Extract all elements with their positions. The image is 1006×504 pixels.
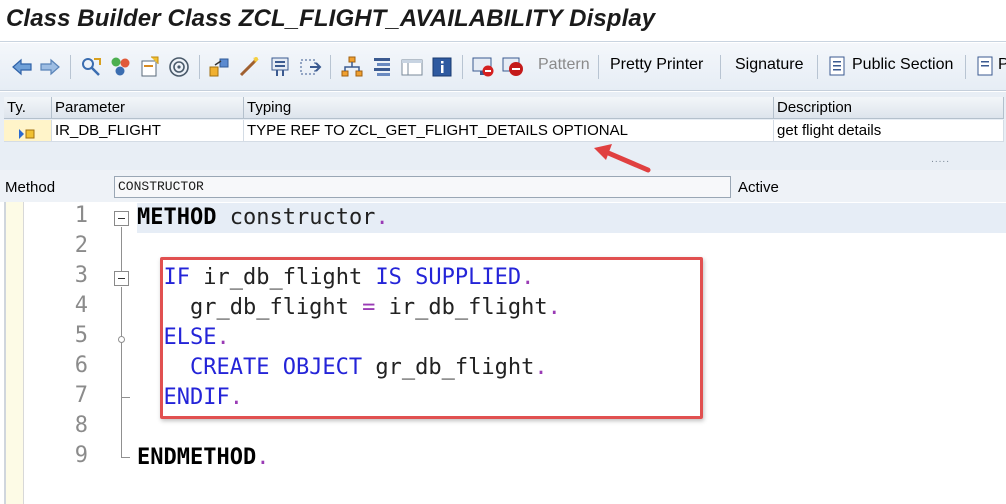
red-arrow-annotation bbox=[594, 144, 651, 173]
where-used-icon[interactable] bbox=[167, 55, 191, 79]
fold-branch-icon bbox=[118, 336, 125, 343]
parameter-description-cell[interactable]: get flight details bbox=[774, 120, 1004, 142]
code-token: constructor bbox=[229, 205, 376, 230]
public-section-icon bbox=[826, 55, 850, 79]
line-number: 8 bbox=[74, 413, 88, 438]
parameter-name-cell[interactable]: IR_DB_FLIGHT bbox=[52, 120, 244, 142]
collapse-icon[interactable] bbox=[114, 271, 129, 286]
line-number: 9 bbox=[74, 443, 88, 468]
help-icon[interactable] bbox=[430, 55, 454, 79]
line-number: 6 bbox=[74, 353, 88, 378]
code-token: . bbox=[375, 205, 389, 230]
highlight-box-annotation bbox=[160, 257, 703, 419]
signature-button[interactable]: Signature bbox=[735, 56, 804, 74]
line-number: 2 bbox=[74, 233, 88, 258]
editor-margin bbox=[4, 202, 24, 504]
code-token: . bbox=[256, 445, 270, 470]
activate-icon[interactable] bbox=[138, 55, 162, 79]
enhancement-icon[interactable] bbox=[268, 55, 292, 79]
importing-param-icon bbox=[18, 125, 36, 139]
line-number: 5 bbox=[74, 323, 88, 348]
window-title: Class Builder Class ZCL_FLIGHT_AVAILABIL… bbox=[6, 5, 656, 32]
line-number: 7 bbox=[74, 383, 88, 408]
parameter-typing-cell[interactable]: TYPE REF TO ZCL_GET_FLIGHT_DETAILS OPTIO… bbox=[244, 120, 774, 142]
display-object-list-icon[interactable] bbox=[370, 55, 394, 79]
code-line[interactable]: METHOD constructor. bbox=[137, 203, 1006, 233]
public-section-button[interactable]: Public Section bbox=[852, 56, 953, 74]
session-breakpoint-icon[interactable] bbox=[501, 55, 525, 79]
overflow-section-icon bbox=[974, 55, 998, 79]
code-token: METHOD bbox=[137, 205, 217, 230]
column-header-description[interactable]: Description bbox=[774, 97, 1004, 119]
object-list-icon[interactable] bbox=[237, 55, 261, 79]
parameter-type-cell[interactable] bbox=[4, 120, 52, 142]
display-change-icon[interactable] bbox=[109, 55, 133, 79]
create-button-icon[interactable] bbox=[298, 55, 322, 79]
back-arrow-icon[interactable] bbox=[10, 55, 34, 79]
breakpoint-icon[interactable] bbox=[471, 55, 495, 79]
pattern-button[interactable]: Pattern bbox=[538, 56, 590, 74]
column-header-parameter[interactable]: Parameter bbox=[52, 97, 244, 119]
forward-arrow-icon[interactable] bbox=[38, 55, 62, 79]
code-token: ENDMETHOD bbox=[137, 445, 257, 470]
parameter-table-area: Ty. Parameter Typing Description IR_DB_F… bbox=[0, 92, 1006, 170]
other-object-icon[interactable] bbox=[80, 55, 104, 79]
method-status: Active bbox=[738, 179, 779, 196]
application-toolbar: Pattern Pretty Printer Signature Public … bbox=[0, 43, 1006, 91]
line-number-gutter: 1 2 3 4 5 6 7 8 9 bbox=[24, 202, 106, 504]
line-number: 4 bbox=[74, 293, 88, 318]
column-header-ty[interactable]: Ty. bbox=[4, 97, 52, 119]
navigate-icon[interactable] bbox=[207, 55, 231, 79]
method-label: Method bbox=[5, 179, 56, 196]
layout-icon[interactable] bbox=[400, 55, 424, 79]
column-header-typing[interactable]: Typing bbox=[244, 97, 774, 119]
line-number: 1 bbox=[74, 203, 88, 228]
code-line[interactable]: ENDMETHOD. bbox=[137, 443, 1006, 473]
pretty-printer-button[interactable]: Pretty Printer bbox=[610, 56, 703, 74]
hierarchy-icon[interactable] bbox=[340, 55, 364, 79]
method-header: Method CONSTRUCTOR Active bbox=[0, 170, 1006, 202]
line-number: 3 bbox=[74, 263, 88, 288]
collapse-icon[interactable] bbox=[114, 211, 129, 226]
more-rows-indicator[interactable]: ..... bbox=[931, 154, 950, 165]
overflow-section-button[interactable]: P bbox=[998, 56, 1006, 74]
title-bar: Class Builder Class ZCL_FLIGHT_AVAILABIL… bbox=[0, 0, 1006, 42]
